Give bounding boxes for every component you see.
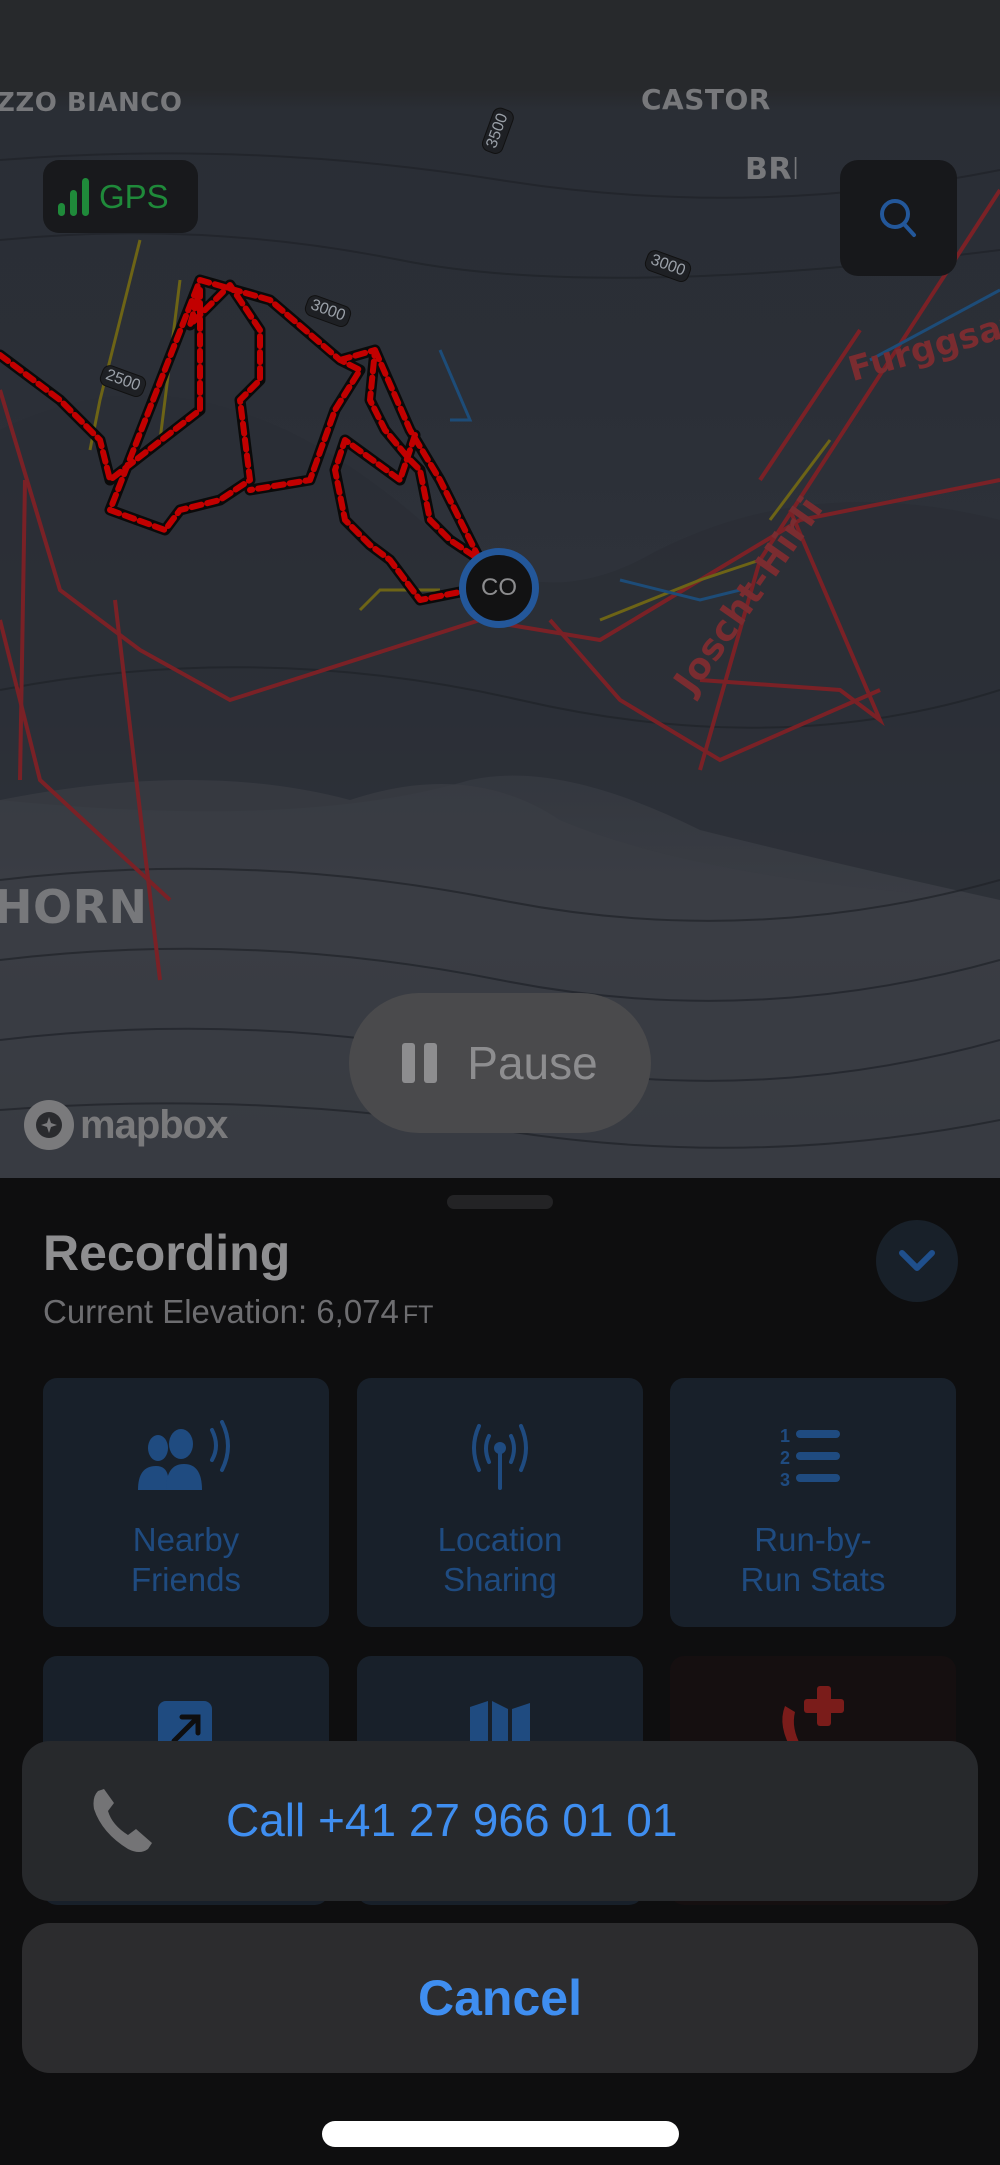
nearby-friends-icon: [136, 1420, 236, 1490]
antenna-icon: [465, 1420, 535, 1490]
run-stats-card[interactable]: 1 2 3 Run-by- Run Stats: [670, 1378, 956, 1627]
svg-text:2: 2: [780, 1448, 790, 1468]
elevation-unit: FT: [402, 1301, 434, 1329]
mapbox-attribution[interactable]: mapbox: [24, 1100, 228, 1150]
search-icon: [879, 199, 916, 237]
call-phone-option[interactable]: Call +41 27 966 01 01: [22, 1741, 978, 1901]
collapse-sheet-button[interactable]: [876, 1220, 958, 1302]
current-elevation: Current Elevation: 6,074 FT: [43, 1293, 433, 1331]
signal-bars-icon: [58, 177, 89, 216]
svg-text:3: 3: [780, 1470, 790, 1490]
map-label-horn: HORN: [0, 880, 148, 934]
location-sharing-card[interactable]: Location Sharing: [357, 1378, 643, 1627]
user-initials: CO: [481, 574, 517, 601]
phone-icon: [93, 1789, 152, 1852]
numbered-list-icon: 1 2 3: [778, 1420, 848, 1490]
nearby-friends-label: Nearby Friends: [130, 1521, 242, 1598]
location-sharing-label: Location Sharing: [437, 1521, 563, 1598]
cancel-button[interactable]: Cancel: [22, 1923, 978, 2073]
pause-icon: [402, 1043, 438, 1083]
sheet-title: Recording: [43, 1225, 291, 1281]
gps-label: GPS: [99, 177, 169, 215]
nearby-friends-card[interactable]: Nearby Friends: [43, 1378, 329, 1627]
mapbox-wordmark: mapbox: [80, 1102, 228, 1147]
sheet-drag-handle[interactable]: [447, 1195, 553, 1209]
mapbox-logo-icon: [24, 1100, 74, 1150]
search-button[interactable]: [840, 160, 957, 276]
pause-button[interactable]: Pause: [349, 993, 651, 1133]
user-location-marker[interactable]: CO: [459, 548, 539, 628]
pause-label: Pause: [467, 1037, 598, 1089]
chevron-down-icon: [899, 1250, 935, 1271]
run-stats-label: Run-by- Run Stats: [740, 1521, 886, 1598]
map-label-pizzo-bianco: ZZO BIANCO: [0, 88, 183, 118]
home-indicator[interactable]: [322, 2121, 679, 2147]
map-view[interactable]: ZZO BIANCO CASTOR BREITHORN HORN Furggsa…: [0, 0, 1000, 1178]
svg-text:1: 1: [780, 1426, 790, 1446]
map-label-castor: CASTOR: [641, 83, 771, 116]
call-option-label: Call +41 27 966 01 01: [226, 1794, 678, 1846]
elevation-value: Current Elevation: 6,074: [43, 1293, 399, 1330]
gps-status-badge[interactable]: GPS: [43, 160, 198, 233]
